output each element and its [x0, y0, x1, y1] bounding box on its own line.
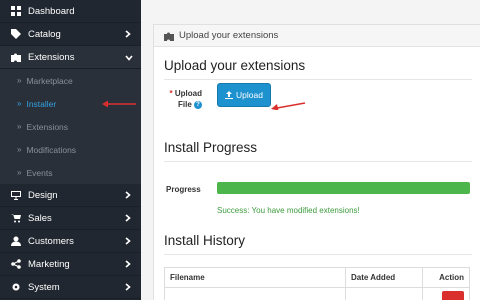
puzzle-icon — [10, 51, 22, 63]
chevron-right-icon — [125, 214, 131, 222]
sidebar-subitem-extensions[interactable]: » Extensions — [0, 115, 141, 138]
history-section-title: Install History — [164, 222, 472, 255]
cog-icon — [10, 281, 22, 293]
upload-section-title: Upload your extensions — [164, 47, 472, 80]
panel-heading-text: Upload your extensions — [179, 30, 279, 41]
sidebar-item-label: Dashboard — [28, 5, 75, 17]
double-chevron-icon: » — [17, 145, 22, 154]
red-arrow-annotation — [102, 100, 136, 108]
sidebar-subitem-marketplace[interactable]: » Marketplace — [0, 69, 141, 92]
panel-heading: Upload your extensions — [154, 25, 480, 47]
main-content: Upload your extensions Upload your exten… — [141, 0, 480, 300]
sidebar-item-label: Design — [28, 189, 58, 201]
double-chevron-icon: » — [17, 168, 22, 177]
table-cell — [345, 287, 423, 300]
sidebar-item-customers[interactable]: Customers — [0, 230, 141, 253]
sidebar-item-label: Extensions — [28, 51, 75, 63]
sidebar-item-marketing[interactable]: Marketing — [0, 253, 141, 276]
sidebar-item-label: Sales — [28, 212, 52, 224]
dashboard-icon — [10, 5, 22, 17]
red-arrow-annotation — [271, 102, 306, 110]
progress-bar-fill — [217, 182, 470, 194]
chevron-right-icon — [125, 30, 131, 38]
install-history-table: Filename Date Added Action — [164, 267, 470, 300]
chevron-right-icon — [125, 237, 131, 245]
monitor-icon — [10, 189, 22, 201]
share-icon — [10, 258, 22, 270]
progress-bar — [217, 182, 470, 194]
chevron-right-icon — [125, 283, 131, 291]
extensions-submenu: » Marketplace » Installer » Extensions » Mod… — [0, 69, 141, 184]
double-chevron-icon: » — [17, 122, 22, 131]
sidebar-item-label: Customers — [28, 235, 74, 247]
progress-section-title: Install Progress — [164, 136, 472, 162]
upload-file-label: * Upload File ? — [169, 89, 202, 109]
tag-icon — [10, 28, 22, 40]
upload-panel: Upload your extensions Upload your exten… — [153, 24, 480, 300]
sidebar-subitem-modifications[interactable]: » Modifications — [0, 138, 141, 161]
column-header-filename[interactable]: Filename — [164, 267, 346, 288]
progress-label: Progress — [166, 185, 201, 194]
sidebar: Dashboard Catalog Extensions » Marketplac… — [0, 0, 141, 300]
sidebar-item-label: Marketing — [28, 258, 70, 270]
delete-button[interactable] — [442, 290, 464, 300]
column-header-date-added[interactable]: Date Added — [345, 267, 423, 288]
table-row — [164, 287, 470, 300]
cart-icon — [10, 212, 22, 224]
progress-success-message: Success: You have modified extensions! — [217, 206, 360, 215]
double-chevron-icon: » — [17, 76, 22, 85]
sidebar-item-label: System — [28, 281, 60, 293]
table-cell — [164, 287, 346, 300]
chevron-right-icon — [125, 260, 131, 268]
upload-icon — [225, 91, 234, 99]
upload-button[interactable]: Upload — [217, 83, 271, 107]
sidebar-item-sales[interactable]: Sales — [0, 207, 141, 230]
sidebar-item-extensions[interactable]: Extensions — [0, 46, 141, 69]
double-chevron-icon: » — [17, 99, 22, 108]
sidebar-item-catalog[interactable]: Catalog — [0, 23, 141, 46]
sidebar-item-design[interactable]: Design — [0, 184, 141, 207]
help-icon[interactable]: ? — [194, 100, 202, 109]
sidebar-item-label: Catalog — [28, 28, 61, 40]
sidebar-item-dashboard[interactable]: Dashboard — [0, 0, 141, 23]
table-cell — [422, 287, 470, 300]
user-icon — [10, 235, 22, 247]
sidebar-subitem-events[interactable]: » Events — [0, 161, 141, 184]
sidebar-item-system[interactable]: System — [0, 276, 141, 299]
chevron-down-icon — [125, 53, 133, 61]
chevron-right-icon — [125, 191, 131, 199]
column-header-action: Action — [422, 267, 470, 288]
puzzle-icon — [164, 31, 174, 41]
